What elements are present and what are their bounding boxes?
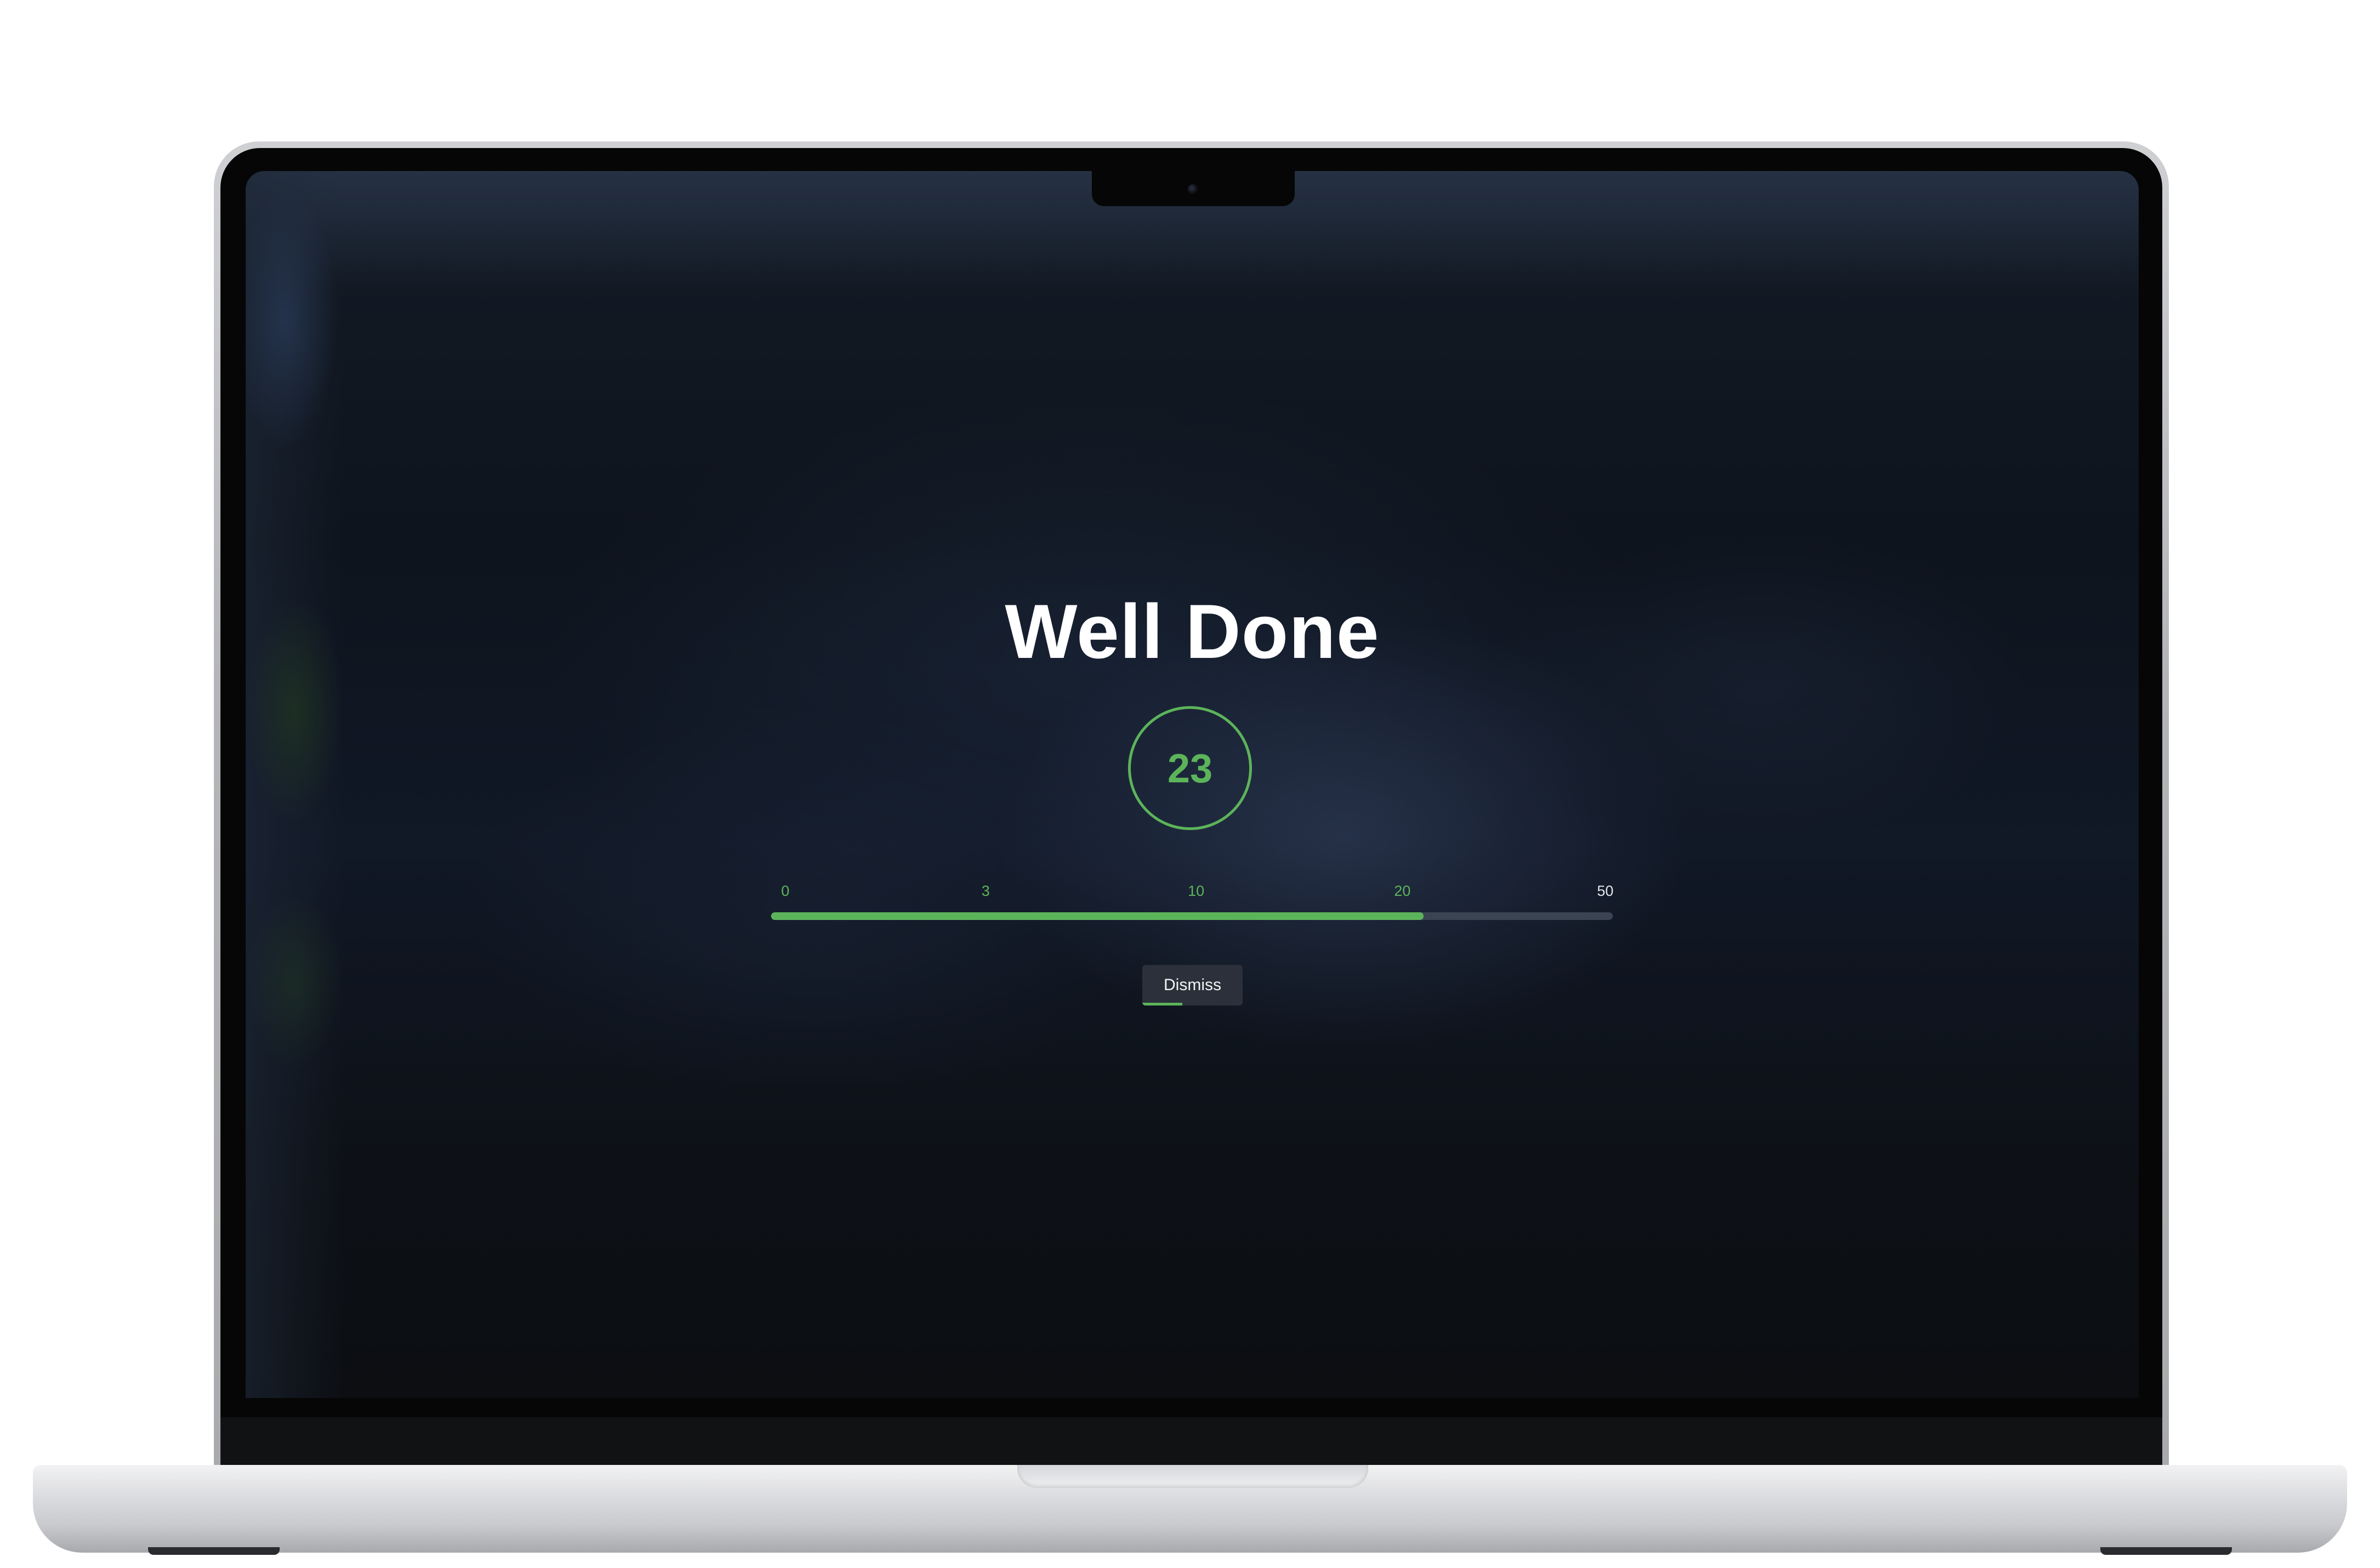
milestone-label: 0 <box>781 883 790 899</box>
milestone-label: 3 <box>981 883 990 899</box>
auto-dismiss-timer-bar <box>1142 1003 1183 1005</box>
milestone-label: 10 <box>1188 883 1205 899</box>
dismiss-button[interactable]: Dismiss <box>1142 965 1243 1005</box>
score-value: 23 <box>1167 745 1213 791</box>
score-badge: 23 <box>1128 706 1252 830</box>
progress-fill <box>771 912 1424 920</box>
laptop-foot <box>2100 1547 2232 1555</box>
laptop-screen: Well Done 23 0 3 10 20 50 Dismiss <box>246 171 2139 1398</box>
dialog-title: Well Done <box>1005 588 1380 674</box>
achievement-dialog: Well Done 23 0 3 10 20 50 Dismiss <box>246 171 2139 1398</box>
dismiss-button-label: Dismiss <box>1164 976 1221 994</box>
milestone-label: 50 <box>1597 883 1614 899</box>
progress-bar <box>771 912 1613 920</box>
laptop-foot <box>148 1547 280 1555</box>
milestone-labels: 0 3 10 20 50 <box>771 883 1614 905</box>
milestone-label: 20 <box>1394 883 1411 899</box>
laptop-opening-notch <box>1017 1465 1368 1488</box>
laptop-mockup: Well Done 23 0 3 10 20 50 Dismiss <box>0 0 2380 1568</box>
laptop-chin <box>220 1417 2162 1467</box>
